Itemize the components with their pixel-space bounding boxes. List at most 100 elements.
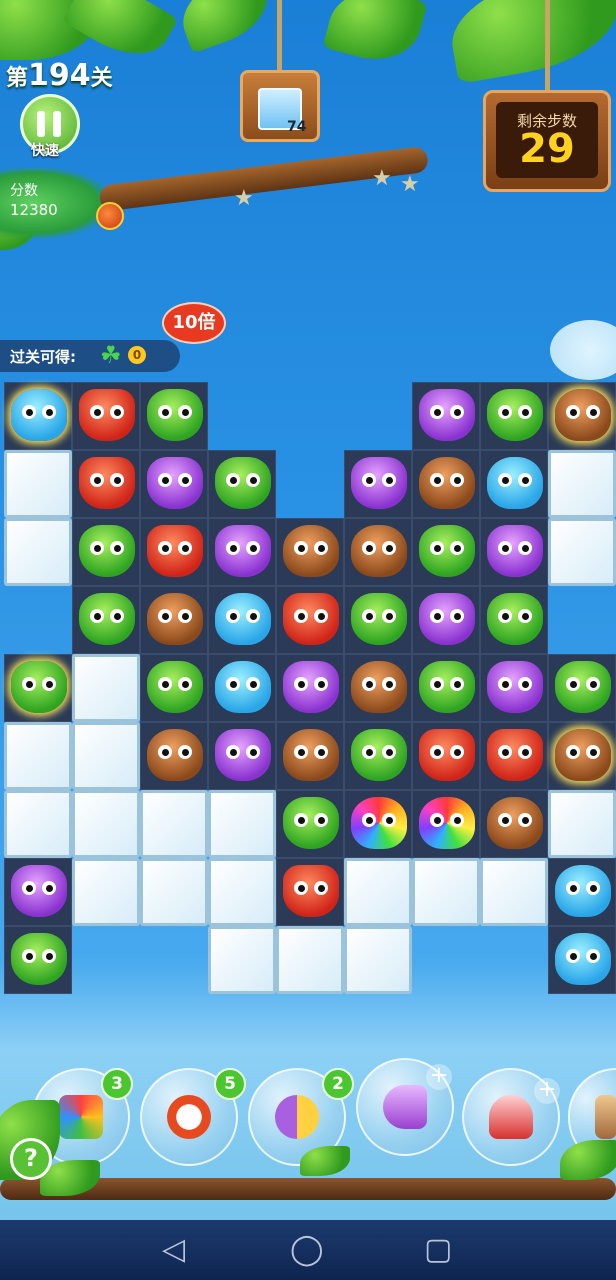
board-cell[interactable] (72, 382, 140, 450)
rainbow-piece-icon (419, 797, 475, 849)
board-cell[interactable] (140, 382, 208, 450)
board-cell[interactable] (412, 382, 480, 450)
moves-rope (545, 0, 550, 92)
board-cell[interactable] (412, 654, 480, 722)
board-cell[interactable] (344, 450, 412, 518)
ice-block-cell[interactable] (72, 722, 140, 790)
board-cell[interactable] (548, 926, 616, 994)
purple-piece-icon (487, 525, 543, 577)
progress-star-icon: ★ (400, 172, 420, 197)
board-cell[interactable] (548, 654, 616, 722)
ice-block-cell[interactable] (4, 518, 72, 586)
board-cell[interactable] (72, 518, 140, 586)
ice-block-cell[interactable] (4, 790, 72, 858)
board-cell[interactable] (208, 654, 276, 722)
board-cell[interactable] (412, 518, 480, 586)
board-cell[interactable] (344, 790, 412, 858)
board-cell[interactable] (480, 518, 548, 586)
help-button[interactable]: ? (10, 1138, 52, 1180)
ice-block-cell[interactable] (4, 450, 72, 518)
booster-add-icon[interactable]: + (426, 1064, 452, 1090)
board-cell[interactable] (140, 450, 208, 518)
board-cell[interactable] (412, 790, 480, 858)
red-piece-icon (283, 865, 339, 917)
green-piece-icon (79, 593, 135, 645)
rocket-vertical-icon (489, 1095, 533, 1139)
red-piece-icon (283, 593, 339, 645)
brown-piece-icon (351, 661, 407, 713)
purple-piece-icon (351, 457, 407, 509)
board-cell[interactable] (276, 858, 344, 926)
brown-piece-icon (283, 525, 339, 577)
level-indicator: 第194关 (6, 58, 113, 93)
board-cell[interactable] (276, 518, 344, 586)
board-cell[interactable] (548, 382, 616, 450)
board-cell[interactable] (4, 654, 72, 722)
ice-block-cell[interactable] (208, 858, 276, 926)
back-button[interactable]: ◁ (162, 1232, 185, 1267)
board-cell[interactable] (276, 722, 344, 790)
board-cell[interactable] (480, 654, 548, 722)
board-cell[interactable] (276, 790, 344, 858)
board-cell[interactable] (140, 722, 208, 790)
ice-block-cell[interactable] (4, 722, 72, 790)
board-cell[interactable] (208, 586, 276, 654)
board-cell[interactable] (412, 586, 480, 654)
board-cell[interactable] (480, 586, 548, 654)
board-cell[interactable] (548, 858, 616, 926)
ice-block-cell[interactable] (548, 790, 616, 858)
ice-block-cell[interactable] (344, 926, 412, 994)
board-cell[interactable] (344, 586, 412, 654)
board-cell[interactable] (276, 586, 344, 654)
level-number: 194 (28, 58, 91, 93)
board-cell[interactable] (480, 790, 548, 858)
board-cell[interactable] (276, 654, 344, 722)
ice-block-cell[interactable] (140, 790, 208, 858)
ice-block-cell[interactable] (72, 790, 140, 858)
ice-block-cell[interactable] (344, 858, 412, 926)
ice-block-cell[interactable] (208, 926, 276, 994)
ice-block-cell[interactable] (208, 790, 276, 858)
ice-block-cell[interactable] (412, 858, 480, 926)
red-piece-icon (79, 389, 135, 441)
reward-amount: 0 (128, 346, 146, 364)
board-cell[interactable] (208, 450, 276, 518)
board-cell[interactable] (412, 450, 480, 518)
recent-apps-button[interactable]: ▢ (424, 1232, 452, 1267)
board-cell[interactable] (4, 926, 72, 994)
board-cell[interactable] (344, 722, 412, 790)
vine-decoration (0, 1100, 616, 1230)
board-cell[interactable] (548, 722, 616, 790)
board-cell[interactable] (208, 722, 276, 790)
board-cell[interactable] (140, 586, 208, 654)
purple-piece-icon (487, 661, 543, 713)
ice-block-cell[interactable] (72, 858, 140, 926)
ice-block-cell[interactable] (548, 518, 616, 586)
ice-block-cell[interactable] (140, 858, 208, 926)
hammer-icon (595, 1095, 616, 1139)
ice-block-cell[interactable] (480, 858, 548, 926)
board-cell[interactable] (72, 450, 140, 518)
ice-block-cell[interactable] (72, 654, 140, 722)
board-cell[interactable] (4, 858, 72, 926)
board-cell[interactable] (344, 518, 412, 586)
board-cell[interactable] (208, 518, 276, 586)
ice-block-cell[interactable] (548, 450, 616, 518)
brown-piece-icon (351, 525, 407, 577)
green-piece-icon (419, 661, 475, 713)
board-cell[interactable] (4, 382, 72, 450)
game-board[interactable] (0, 378, 616, 998)
booster-add-icon[interactable]: + (534, 1078, 560, 1104)
board-cell[interactable] (140, 518, 208, 586)
green-piece-icon (419, 525, 475, 577)
board-cell[interactable] (480, 450, 548, 518)
ice-block-cell[interactable] (276, 926, 344, 994)
board-cell[interactable] (480, 722, 548, 790)
board-cell[interactable] (72, 586, 140, 654)
board-cell[interactable] (480, 382, 548, 450)
board-cell[interactable] (344, 654, 412, 722)
board-cell[interactable] (140, 654, 208, 722)
home-button[interactable]: ◯ (290, 1232, 324, 1267)
brown-piece-icon (419, 457, 475, 509)
board-cell[interactable] (412, 722, 480, 790)
